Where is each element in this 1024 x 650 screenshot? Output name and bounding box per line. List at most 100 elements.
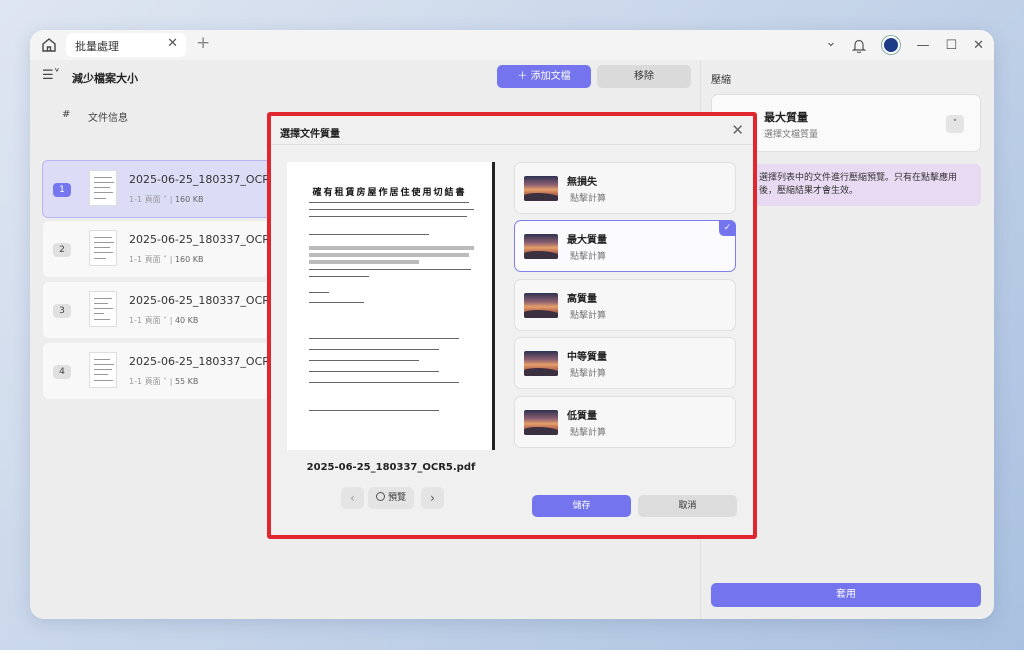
- option-sub: 點擊計算: [570, 194, 607, 204]
- sunset-thumbnail: [524, 293, 558, 318]
- cancel-button[interactable]: 取消: [638, 495, 737, 517]
- text-line: [309, 209, 474, 210]
- option-name: 中等質量: [567, 352, 607, 363]
- file-meta: 1-1 頁面 ˅ | 160 KB: [129, 195, 204, 204]
- close-icon[interactable]: ✕: [731, 121, 744, 139]
- maximize-icon[interactable]: ☐: [945, 38, 957, 53]
- home-icon[interactable]: [40, 36, 58, 54]
- option-name: 無損失: [567, 177, 597, 188]
- row-index: 4: [53, 365, 71, 379]
- page-range[interactable]: 1-1 頁面 ˅: [129, 255, 167, 264]
- bell-icon[interactable]: [852, 38, 867, 53]
- next-page-button[interactable]: ›: [421, 487, 444, 509]
- apply-button[interactable]: 套用: [711, 583, 981, 607]
- window-controls: ⌄ — ☐ ✕: [826, 34, 984, 56]
- zoom-in-icon: [375, 492, 385, 501]
- column-header-index: #: [62, 109, 71, 120]
- quality-select-title: 最大質量: [764, 111, 808, 124]
- document-preview: 確有租賃房屋作居住使用切結書: [287, 162, 495, 450]
- page-range[interactable]: 1-1 頁面 ˅: [129, 316, 167, 325]
- sunset-thumbnail: [524, 176, 558, 201]
- page-range[interactable]: 1-1 頁面 ˅: [129, 195, 167, 204]
- file-size: 160 KB: [174, 255, 204, 264]
- avatar[interactable]: [882, 36, 901, 54]
- text-line: [309, 276, 369, 277]
- file-size: 40 KB: [174, 316, 199, 325]
- option-name: 低質量: [567, 411, 597, 422]
- quality-select-subtitle: 選擇文檔質量: [764, 130, 819, 140]
- minimize-icon[interactable]: —: [916, 38, 929, 53]
- column-header-info: 文件信息: [88, 113, 128, 124]
- option-sub: 點擊計算: [570, 252, 607, 262]
- title-bar: 批量處理 ✕ + ⌄ — ☐ ✕: [30, 30, 994, 60]
- text-line: [309, 371, 439, 372]
- sunset-thumbnail: [524, 234, 558, 259]
- tab-close-icon[interactable]: ✕: [167, 36, 178, 51]
- previous-page-button[interactable]: ‹: [341, 487, 364, 509]
- page-title: 減少檔案大小: [72, 72, 138, 85]
- row-index: 2: [53, 243, 71, 257]
- file-thumbnail: [89, 170, 117, 206]
- preview-button-label: 預覽: [387, 493, 406, 503]
- text-line: [309, 382, 459, 383]
- text-line: [309, 338, 459, 339]
- tab-batch[interactable]: 批量處理 ✕: [66, 33, 186, 57]
- quality-option-lossless[interactable]: 無損失 點擊計算: [514, 162, 736, 214]
- preview-button[interactable]: 預覽: [368, 487, 414, 509]
- quality-option-high[interactable]: 高質量 點擊計算: [514, 279, 736, 331]
- quality-option-medium[interactable]: 中等質量 點擊計算: [514, 337, 736, 389]
- row-index: 1: [53, 183, 71, 197]
- quality-option-low[interactable]: 低質量 點擊計算: [514, 396, 736, 448]
- text-line: [309, 360, 419, 361]
- text-line: [309, 234, 429, 235]
- option-name: 最大質量: [567, 235, 607, 246]
- option-sub: 點擊計算: [570, 311, 607, 321]
- text-line: [309, 302, 364, 303]
- file-size: 160 KB: [174, 195, 204, 204]
- file-meta: 1-1 頁面 ˅ | 40 KB: [129, 316, 199, 325]
- preview-file-name: 2025-06-25_180337_OCR5.pdf: [306, 462, 476, 473]
- sunset-thumbnail: [524, 410, 558, 435]
- highlight-line: [309, 260, 419, 264]
- add-document-button[interactable]: ＋ 添加文檔: [497, 65, 591, 88]
- check-icon: ✓: [719, 220, 736, 236]
- quality-dialog: 選擇文件質量 ✕ 確有租賃房屋作居住使用切結書 2025-06-25_18033…: [267, 112, 757, 539]
- file-meta: 1-1 頁面 ˅ | 160 KB: [129, 255, 204, 264]
- option-name: 高質量: [567, 294, 597, 305]
- file-thumbnail: [89, 352, 117, 388]
- close-icon[interactable]: ✕: [973, 38, 984, 53]
- chevron-down-icon[interactable]: ⌄: [826, 35, 837, 50]
- menu-icon[interactable]: ☰˅: [42, 68, 60, 83]
- text-line: [309, 202, 469, 203]
- option-sub: 點擊計算: [570, 369, 607, 379]
- option-sub: 點擊計算: [570, 428, 607, 438]
- text-line: [309, 349, 439, 350]
- table-row[interactable]: 3 2025-06-25_180337_OCR2 1-1 頁面 ˅ | 40 K…: [42, 281, 282, 339]
- file-thumbnail: [89, 230, 117, 266]
- chevron-down-icon[interactable]: ˅: [946, 115, 964, 133]
- file-name: 2025-06-25_180337_OCR5: [129, 173, 277, 186]
- highlight-line: [309, 253, 469, 257]
- page-range[interactable]: 1-1 頁面 ˅: [129, 377, 167, 386]
- quality-option-maximum[interactable]: 最大質量 點擊計算 ✓: [514, 220, 736, 272]
- save-button[interactable]: 儲存: [532, 495, 631, 517]
- file-name: 2025-06-25_180337_OCR3: [129, 233, 277, 246]
- text-line: [309, 410, 439, 411]
- text-line: [309, 269, 471, 270]
- document-title: 確有租賃房屋作居住使用切結書: [312, 188, 467, 198]
- divider: [271, 144, 753, 145]
- table-row[interactable]: 2 2025-06-25_180337_OCR3 1-1 頁面 ˅ | 160 …: [42, 220, 282, 278]
- file-thumbnail: [89, 291, 117, 327]
- text-line: [309, 292, 329, 293]
- sunset-thumbnail: [524, 351, 558, 376]
- table-row[interactable]: 4 2025-06-25_180337_OCR 1-1 頁面 ˅ | 55 KB: [42, 342, 282, 400]
- dialog-title: 選擇文件質量: [280, 129, 340, 140]
- file-meta: 1-1 頁面 ˅ | 55 KB: [129, 377, 199, 386]
- file-name: 2025-06-25_180337_OCR: [129, 355, 270, 368]
- table-row[interactable]: 1 2025-06-25_180337_OCR5 1-1 頁面 ˅ | 160 …: [42, 160, 282, 218]
- file-size: 55 KB: [174, 377, 199, 386]
- new-tab-icon[interactable]: +: [196, 33, 210, 53]
- remove-button[interactable]: 移除: [597, 65, 691, 88]
- panel-title: 壓縮: [711, 75, 731, 86]
- text-line: [309, 216, 467, 217]
